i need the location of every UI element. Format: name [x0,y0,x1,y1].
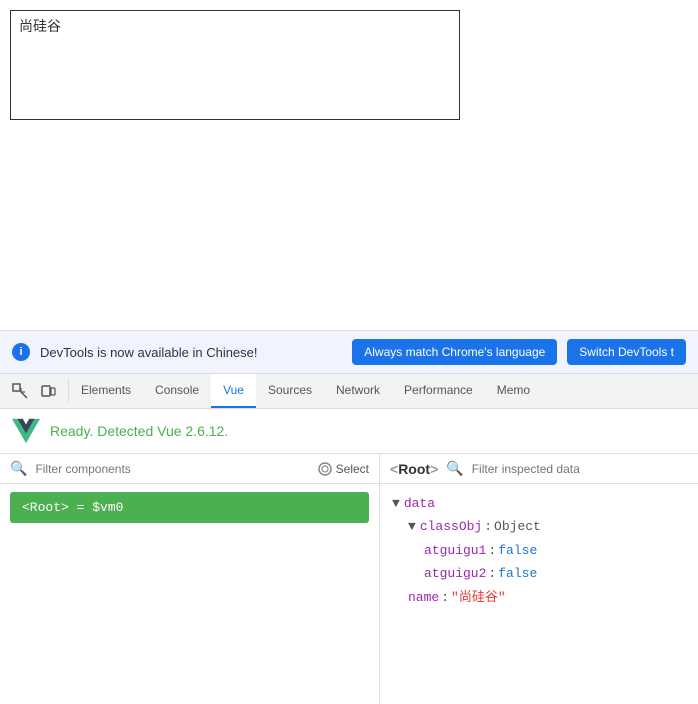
tab-elements[interactable]: Elements [69,374,143,408]
root-component-item[interactable]: <Root> = $vm0 [10,492,369,523]
vue-main-panels: 🔍 Select <Root> = $vm0 <Root> 🔍 [0,454,698,704]
devtools-tabs-bar: Elements Console Vue Sources Network Per… [0,373,698,409]
tab-network[interactable]: Network [324,374,392,408]
data-inspector-panel: <Root> 🔍 ▼ data ▼ classObj : Object [380,454,698,704]
devtools-icon-bar [0,379,69,403]
search-components-icon: 🔍 [10,460,27,477]
text-display-box: 尚硅谷 [10,10,460,120]
atguigu2-colon: : [488,562,496,585]
classobj-key: classObj [420,515,482,538]
tab-vue[interactable]: Vue [211,374,256,408]
component-filter-bar: 🔍 Select [0,454,379,484]
info-icon: i [12,343,30,361]
atguigu1-value: false [498,539,537,562]
close-bracket: > [430,461,438,477]
classobj-value: Object [494,515,541,538]
classobj-row: ▼ classObj : Object [392,515,686,538]
name-key: name [408,586,439,609]
component-tree-panel: 🔍 Select <Root> = $vm0 [0,454,380,704]
vue-devtools-panel: Ready. Detected Vue 2.6.12. 🔍 Select <Ro… [0,409,698,704]
name-row: name : "尚硅谷" [392,586,686,609]
notification-bar: i DevTools is now available in Chinese! … [0,330,698,373]
select-button[interactable]: Select [318,462,369,476]
vue-logo-icon [12,417,40,445]
vue-header: Ready. Detected Vue 2.6.12. [0,409,698,454]
tab-memo[interactable]: Memo [485,374,542,408]
root-breadcrumb: <Root> [390,461,438,477]
select-icon [318,462,332,476]
atguigu2-row: atguigu2 : false [392,562,686,585]
vue-ready-text: Ready. Detected Vue 2.6.12. [50,423,228,439]
device-toolbar-icon[interactable] [36,379,60,403]
expand-data-arrow[interactable]: ▼ [392,492,400,515]
atguigu2-value: false [498,562,537,585]
atguigu2-key: atguigu2 [424,562,486,585]
inspect-element-icon[interactable] [8,379,32,403]
text-box-content: 尚硅谷 [19,18,61,34]
tab-sources[interactable]: Sources [256,374,324,408]
atguigu1-key: atguigu1 [424,539,486,562]
data-tree: ▼ data ▼ classObj : Object atguigu1 : fa… [380,484,698,617]
name-colon: : [441,586,449,609]
switch-devtools-button[interactable]: Switch DevTools t [567,339,686,365]
data-inspector-header: <Root> 🔍 [380,454,698,484]
classobj-colon: : [484,515,492,538]
open-bracket: < [390,461,398,477]
tab-list: Elements Console Vue Sources Network Per… [69,374,542,408]
filter-data-input[interactable] [472,462,688,476]
search-data-icon: 🔍 [446,460,463,477]
page-content: 尚硅谷 [0,0,698,330]
filter-components-input[interactable] [35,462,309,476]
tab-console[interactable]: Console [143,374,211,408]
match-language-button[interactable]: Always match Chrome's language [352,339,557,365]
tab-performance[interactable]: Performance [392,374,485,408]
atguigu1-colon: : [488,539,496,562]
data-key: data [404,492,435,515]
data-row: ▼ data [392,492,686,515]
expand-classobj-arrow[interactable]: ▼ [408,515,416,538]
name-value: "尚硅谷" [451,586,506,609]
notification-message: DevTools is now available in Chinese! [40,345,342,360]
component-name: Root [398,461,430,477]
atguigu1-row: atguigu1 : false [392,539,686,562]
